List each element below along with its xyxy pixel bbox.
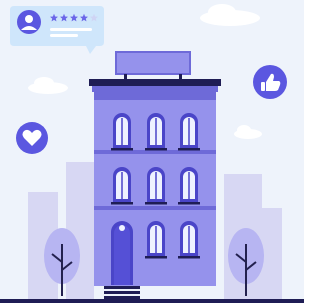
- heart-icon: [16, 122, 48, 154]
- user-avatar-icon: [17, 10, 41, 34]
- window: [145, 221, 167, 259]
- ground-line: [0, 299, 304, 303]
- window: [111, 113, 133, 151]
- window: [145, 167, 167, 205]
- window: [145, 113, 167, 151]
- window: [111, 167, 133, 205]
- hotel-illustration: [0, 0, 304, 303]
- entrance-door: [111, 221, 133, 285]
- window: [178, 221, 200, 259]
- window: [178, 167, 200, 205]
- roof-sign: [115, 51, 191, 75]
- thumbs-up-icon: [253, 65, 287, 99]
- window: [178, 113, 200, 151]
- entrance-steps: [104, 286, 140, 299]
